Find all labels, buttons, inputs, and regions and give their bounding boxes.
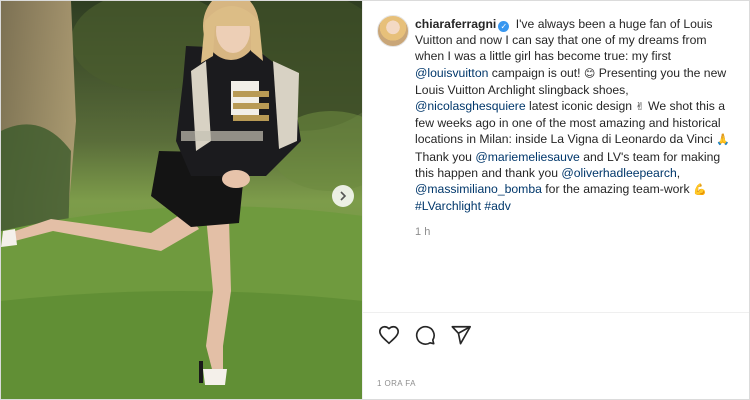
mention-massimiliano-bomba[interactable]: @massimiliano_bomba	[415, 182, 542, 196]
caption: chiaraferragni ✓ I've always been a huge …	[415, 16, 735, 312]
like-button[interactable]	[377, 323, 401, 347]
caption-part6: Thank you	[415, 149, 472, 164]
hashtag-adv[interactable]: #adv	[484, 199, 510, 213]
caption-comma: ,	[676, 165, 681, 180]
paper-plane-icon	[451, 325, 472, 345]
folded-hands-emoji-icon: 🙏	[716, 133, 730, 147]
username-link[interactable]: chiaraferragni	[415, 17, 496, 31]
caption-timestamp[interactable]: 1 h	[415, 224, 735, 240]
caption-part2: campaign is out!	[491, 65, 581, 80]
mention-nicolasghesquiere[interactable]: @nicolasghesquiere	[415, 99, 526, 113]
mention-louisvuitton[interactable]: @louisvuitton	[415, 66, 488, 80]
comment-button[interactable]	[413, 323, 437, 347]
hashtag-lvarchlight[interactable]: #LVarchlight	[415, 199, 481, 213]
action-bar	[377, 323, 735, 347]
flexed-biceps-emoji-icon: 💪	[692, 183, 707, 197]
photo-illustration	[1, 1, 363, 399]
caption-part4: latest iconic design	[529, 99, 633, 114]
post-footer: 1 ORA FA	[363, 312, 749, 399]
victory-hand-emoji-icon: ✌	[635, 100, 645, 114]
caption-part8: for the amazing team-work	[545, 182, 690, 197]
avatar[interactable]	[377, 15, 410, 47]
heart-icon	[379, 325, 400, 345]
post-side-panel: chiaraferragni ✓ I've always been a huge …	[362, 1, 749, 399]
mention-mariemeliesauve[interactable]: @mariemeliesauve	[475, 150, 580, 164]
share-button[interactable]	[449, 323, 473, 347]
caption-area: chiaraferragni ✓ I've always been a huge …	[363, 1, 749, 312]
mention-oliverhadleepearch[interactable]: @oliverhadleepearch	[561, 166, 676, 180]
smile-emoji-icon: 😊	[583, 66, 596, 80]
instagram-post: chiaraferragni ✓ I've always been a huge …	[0, 0, 750, 400]
chevron-right-icon	[340, 191, 347, 201]
post-photo[interactable]	[1, 1, 363, 399]
posted-date[interactable]: 1 ORA FA	[377, 379, 735, 388]
next-photo-button[interactable]	[332, 185, 355, 207]
verified-badge-icon: ✓	[498, 21, 510, 32]
comment-icon	[415, 325, 435, 345]
